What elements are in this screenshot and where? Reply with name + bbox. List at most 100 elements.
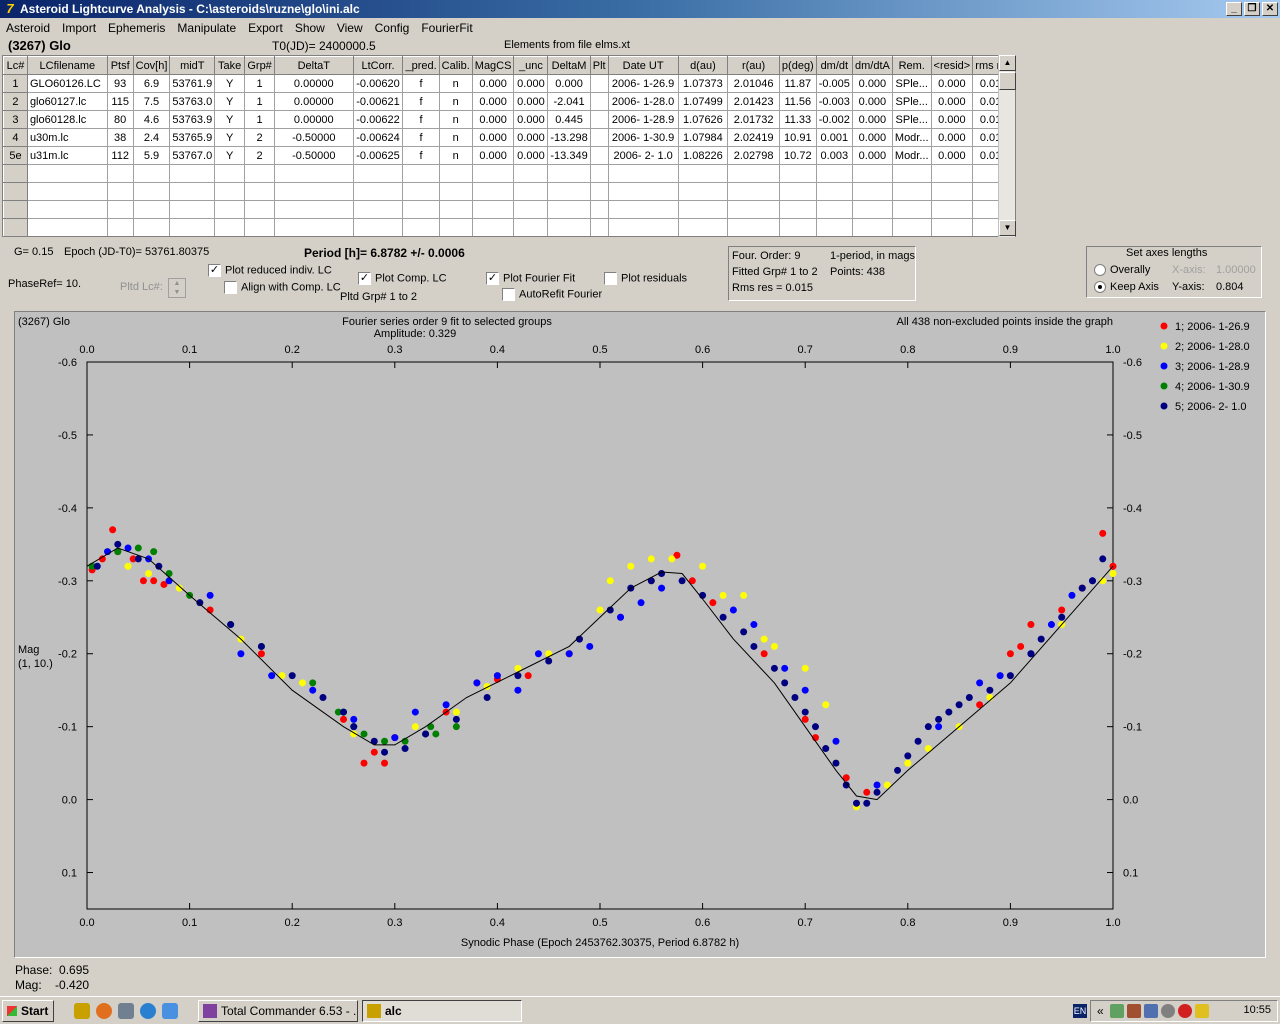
table-cell[interactable]: -13.349 — [547, 146, 591, 165]
table-cell[interactable]: f — [402, 146, 440, 165]
menu-fourierfit[interactable]: FourierFit — [415, 19, 478, 37]
table-cell[interactable]: Y — [214, 74, 246, 93]
table-cell[interactable]: 1 — [244, 110, 276, 129]
table-cell[interactable] — [513, 200, 549, 219]
table-cell[interactable] — [677, 182, 729, 201]
table-cell[interactable] — [26, 182, 108, 201]
maximize-button[interactable]: ❐ — [1244, 2, 1260, 16]
table-cell[interactable] — [513, 218, 549, 236]
table-cell[interactable]: 0.000 — [513, 74, 549, 93]
table-cell[interactable]: -0.00621 — [352, 92, 404, 111]
table-cell[interactable] — [3, 200, 28, 219]
table-cell[interactable] — [352, 182, 404, 201]
table-cell[interactable] — [727, 164, 780, 183]
table-cell[interactable] — [214, 218, 246, 236]
table-cell[interactable]: -0.50000 — [274, 128, 354, 147]
table-cell[interactable]: 1.08226 — [677, 146, 729, 165]
table-cell[interactable] — [471, 182, 515, 201]
table-cell[interactable]: 0.000 — [471, 128, 515, 147]
column-header[interactable]: Plt — [589, 56, 609, 75]
table-cell[interactable] — [677, 200, 729, 219]
column-header[interactable]: dm/dtA — [851, 56, 893, 75]
table-cell[interactable]: 2.01046 — [727, 74, 780, 93]
table-cell[interactable] — [589, 182, 609, 201]
menu-config[interactable]: Config — [369, 19, 416, 37]
table-cell[interactable] — [3, 164, 28, 183]
table-cell[interactable] — [589, 146, 609, 165]
table-row-empty[interactable] — [3, 218, 1015, 236]
language-indicator[interactable]: EN — [1073, 1004, 1087, 1018]
table-cell[interactable]: 2 — [244, 146, 276, 165]
table-cell[interactable]: SPle... — [891, 92, 932, 111]
table-cell[interactable]: SPle... — [891, 74, 932, 93]
column-header[interactable]: Cov[h] — [132, 56, 171, 75]
table-cell[interactable] — [815, 200, 853, 219]
table-cell[interactable] — [891, 218, 932, 236]
table-cell[interactable]: -0.00625 — [352, 146, 404, 165]
table-cell[interactable]: 0.000 — [851, 74, 893, 93]
table-cell[interactable]: Y — [214, 146, 246, 165]
table-cell[interactable] — [727, 200, 780, 219]
table-cell[interactable]: 2006- 2- 1.0 — [607, 146, 679, 165]
table-cell[interactable] — [274, 182, 354, 201]
tray-sound-icon[interactable] — [1161, 1004, 1175, 1018]
tray-expand-icon[interactable]: « — [1097, 1004, 1107, 1018]
menu-ephemeris[interactable]: Ephemeris — [102, 19, 171, 37]
table-cell[interactable] — [169, 164, 216, 183]
pltd-lc-spinner[interactable]: ▲ ▼ — [168, 278, 186, 298]
plot-fourier-checkbox[interactable]: ✓ Plot Fourier Fit — [486, 272, 575, 285]
table-cell[interactable]: 0.000 — [930, 146, 974, 165]
task-total-commander[interactable]: Total Commander 6.53 - ... — [198, 1000, 358, 1022]
table-cell[interactable] — [930, 182, 974, 201]
table-cell[interactable]: 2006- 1-26.9 — [607, 74, 679, 93]
table-cell[interactable] — [815, 164, 853, 183]
table-cell[interactable] — [106, 182, 134, 201]
column-header[interactable]: _unc — [513, 56, 549, 75]
table-cell[interactable]: u30m.lc — [26, 128, 108, 147]
table-cell[interactable] — [607, 164, 679, 183]
table-cell[interactable] — [352, 164, 404, 183]
table-cell[interactable] — [891, 182, 932, 201]
table-cell[interactable]: 1.07984 — [677, 128, 729, 147]
table-cell[interactable]: 4 — [3, 128, 28, 147]
table-cell[interactable] — [677, 164, 729, 183]
table-cell[interactable]: 0.00000 — [274, 74, 354, 93]
table-cell[interactable]: 53763.9 — [169, 110, 216, 129]
table-cell[interactable]: 0.000 — [930, 110, 974, 129]
table-cell[interactable]: 0.000 — [930, 128, 974, 147]
scroll-down-icon[interactable]: ▼ — [999, 220, 1016, 236]
table-cell[interactable]: glo60127.lc — [26, 92, 108, 111]
table-cell[interactable]: f — [402, 110, 440, 129]
table-cell[interactable] — [132, 200, 171, 219]
table-cell[interactable]: glo60128.lc — [26, 110, 108, 129]
table-row[interactable]: 3 glo60128.lc 80 4.6 53763.9 Y 1 0.00000 -0.0062… — [3, 110, 1015, 129]
table-cell[interactable] — [438, 218, 473, 236]
table-cell[interactable]: 0.000 — [851, 92, 893, 111]
table-cell[interactable] — [471, 164, 515, 183]
table-cell[interactable]: 53761.9 — [169, 74, 216, 93]
table-cell[interactable] — [214, 182, 246, 201]
table-cell[interactable] — [815, 218, 853, 236]
table-cell[interactable]: n — [438, 92, 473, 111]
table-cell[interactable] — [607, 182, 679, 201]
table-cell[interactable]: n — [438, 146, 473, 165]
column-header[interactable]: Grp# — [244, 56, 276, 75]
menu-import[interactable]: Import — [56, 19, 102, 37]
quicklaunch-explorer-icon[interactable] — [162, 1003, 178, 1019]
tray-monitor-icon[interactable] — [1144, 1004, 1158, 1018]
table-cell[interactable]: Modr... — [891, 128, 932, 147]
table-cell[interactable] — [547, 164, 591, 183]
column-header[interactable]: DeltaT — [274, 56, 354, 75]
table-cell[interactable] — [547, 218, 591, 236]
table-cell[interactable] — [778, 182, 817, 201]
column-header[interactable]: Take — [214, 56, 246, 75]
table-cell[interactable] — [402, 164, 440, 183]
table-cell[interactable]: f — [402, 74, 440, 93]
table-cell[interactable]: 0.000 — [471, 92, 515, 111]
table-cell[interactable] — [778, 164, 817, 183]
table-cell[interactable]: 0.000 — [513, 128, 549, 147]
column-header[interactable]: DeltaM — [547, 56, 591, 75]
plot-reduced-check[interactable]: ✓ — [208, 264, 221, 277]
table-cell[interactable]: u31m.lc — [26, 146, 108, 165]
table-cell[interactable]: 1.07373 — [677, 74, 729, 93]
